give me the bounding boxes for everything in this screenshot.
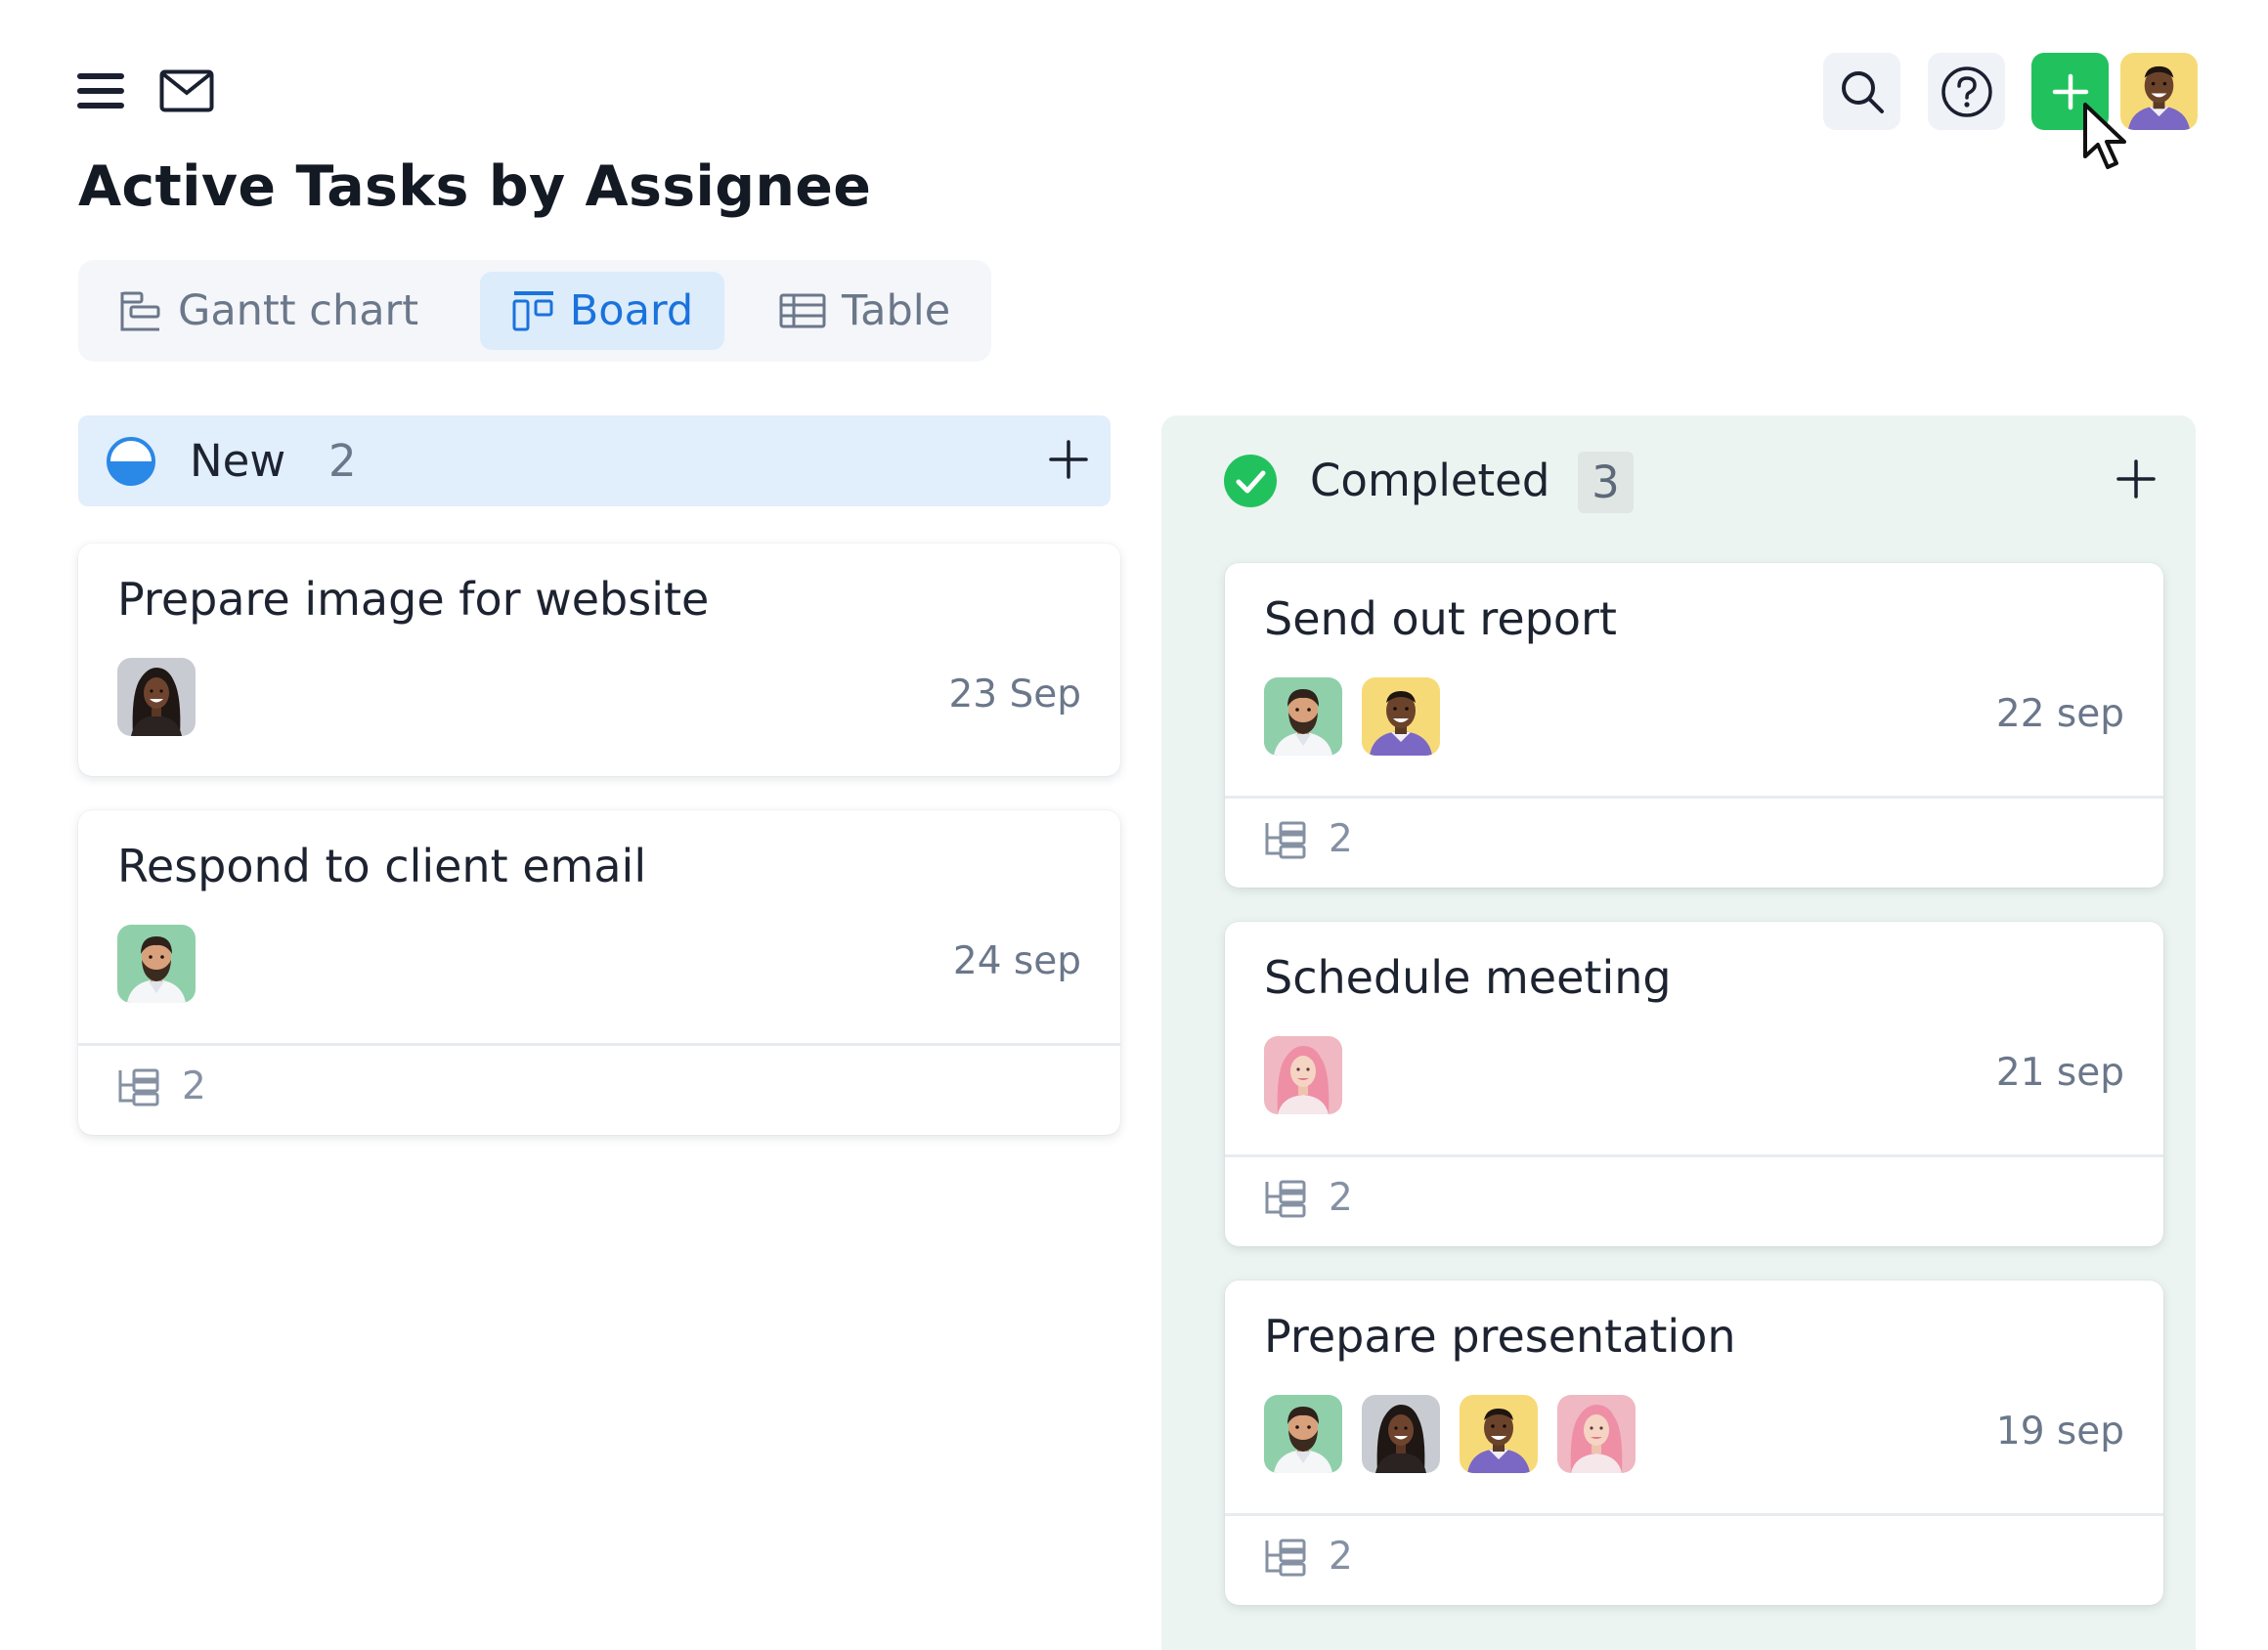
search-icon <box>1840 69 1885 114</box>
search-button[interactable] <box>1823 53 1900 130</box>
assignee-list <box>1264 1395 1636 1473</box>
avatar[interactable] <box>1264 677 1342 756</box>
card-title: Prepare presentation <box>1264 1310 1736 1363</box>
divider <box>1225 1154 2163 1157</box>
add-task-button[interactable] <box>1048 439 1089 480</box>
mouse-cursor-icon <box>2082 102 2129 172</box>
card-date: 23 Sep <box>948 673 1081 716</box>
subtask-count[interactable]: 2 <box>117 1064 206 1108</box>
tab-label: Board <box>569 286 694 335</box>
assignee-list <box>1264 677 1440 756</box>
add-task-button[interactable] <box>2115 458 2157 499</box>
menu-icon[interactable] <box>77 71 124 110</box>
column-title: New <box>190 435 286 487</box>
subtask-count[interactable]: 2 <box>1264 817 1353 861</box>
assignee-list <box>117 925 196 1003</box>
tab-label: Gantt chart <box>178 286 419 335</box>
card-title: Schedule meeting <box>1264 951 1672 1004</box>
subtask-count-value: 2 <box>1329 1535 1353 1579</box>
card-title: Respond to client email <box>117 840 647 892</box>
table-icon <box>779 293 826 328</box>
avatar[interactable] <box>1557 1395 1636 1473</box>
divider <box>78 1043 1120 1046</box>
card-date: 24 sep <box>952 939 1081 983</box>
help-button[interactable] <box>1928 53 2005 130</box>
divider <box>1225 1513 2163 1516</box>
assignee-list <box>117 658 196 736</box>
avatar[interactable] <box>1362 1395 1440 1473</box>
column-title: Completed <box>1310 455 1550 506</box>
task-card[interactable]: Send out report 22 sep 2 <box>1225 563 2163 888</box>
avatar[interactable] <box>117 658 196 736</box>
gantt-icon <box>119 289 162 332</box>
user-avatar[interactable] <box>2120 53 2198 130</box>
task-card[interactable]: Respond to client email 24 sep 2 <box>78 810 1120 1135</box>
subtask-count-value: 2 <box>1329 1176 1353 1220</box>
subtask-count-value: 2 <box>1329 817 1353 861</box>
card-date: 22 sep <box>1995 692 2124 736</box>
check-circle-icon <box>1224 455 1277 507</box>
subtask-icon <box>1264 820 1307 859</box>
divider <box>1225 796 2163 799</box>
tab-board[interactable]: Board <box>480 272 724 350</box>
subtask-icon <box>117 1067 160 1107</box>
half-circle-status-icon <box>106 436 156 487</box>
column-header-new: New 2 <box>78 415 1111 506</box>
subtask-icon <box>1264 1179 1307 1218</box>
subtask-count[interactable]: 2 <box>1264 1176 1353 1220</box>
card-date: 21 sep <box>1995 1051 2124 1095</box>
subtask-count-value: 2 <box>182 1064 206 1108</box>
view-switcher: Gantt chart Board Table <box>78 260 991 362</box>
tab-table[interactable]: Table <box>779 272 950 350</box>
avatar[interactable] <box>1460 1395 1538 1473</box>
page-title: Active Tasks by Assignee <box>78 154 872 219</box>
task-card[interactable]: Prepare image for website 23 Sep <box>78 543 1120 776</box>
column-count: 3 <box>1578 452 1634 513</box>
board-icon <box>511 289 554 332</box>
help-icon <box>1941 65 1993 118</box>
card-title: Prepare image for website <box>117 573 710 626</box>
mail-icon[interactable] <box>159 69 214 112</box>
tab-label: Table <box>842 286 951 335</box>
avatar[interactable] <box>117 925 196 1003</box>
task-card[interactable]: Schedule meeting 21 sep 2 <box>1225 922 2163 1246</box>
assignee-list <box>1264 1036 1342 1114</box>
avatar[interactable] <box>1264 1395 1342 1473</box>
avatar[interactable] <box>1362 677 1440 756</box>
avatar[interactable] <box>1264 1036 1342 1114</box>
subtask-icon <box>1264 1538 1307 1577</box>
card-title: Send out report <box>1264 592 1617 645</box>
subtask-count[interactable]: 2 <box>1264 1535 1353 1579</box>
tab-gantt-chart[interactable]: Gantt chart <box>119 272 418 350</box>
column-count: 2 <box>328 435 357 487</box>
task-card[interactable]: Prepare presentation 19 sep 2 <box>1225 1281 2163 1605</box>
card-date: 19 sep <box>1995 1410 2124 1454</box>
